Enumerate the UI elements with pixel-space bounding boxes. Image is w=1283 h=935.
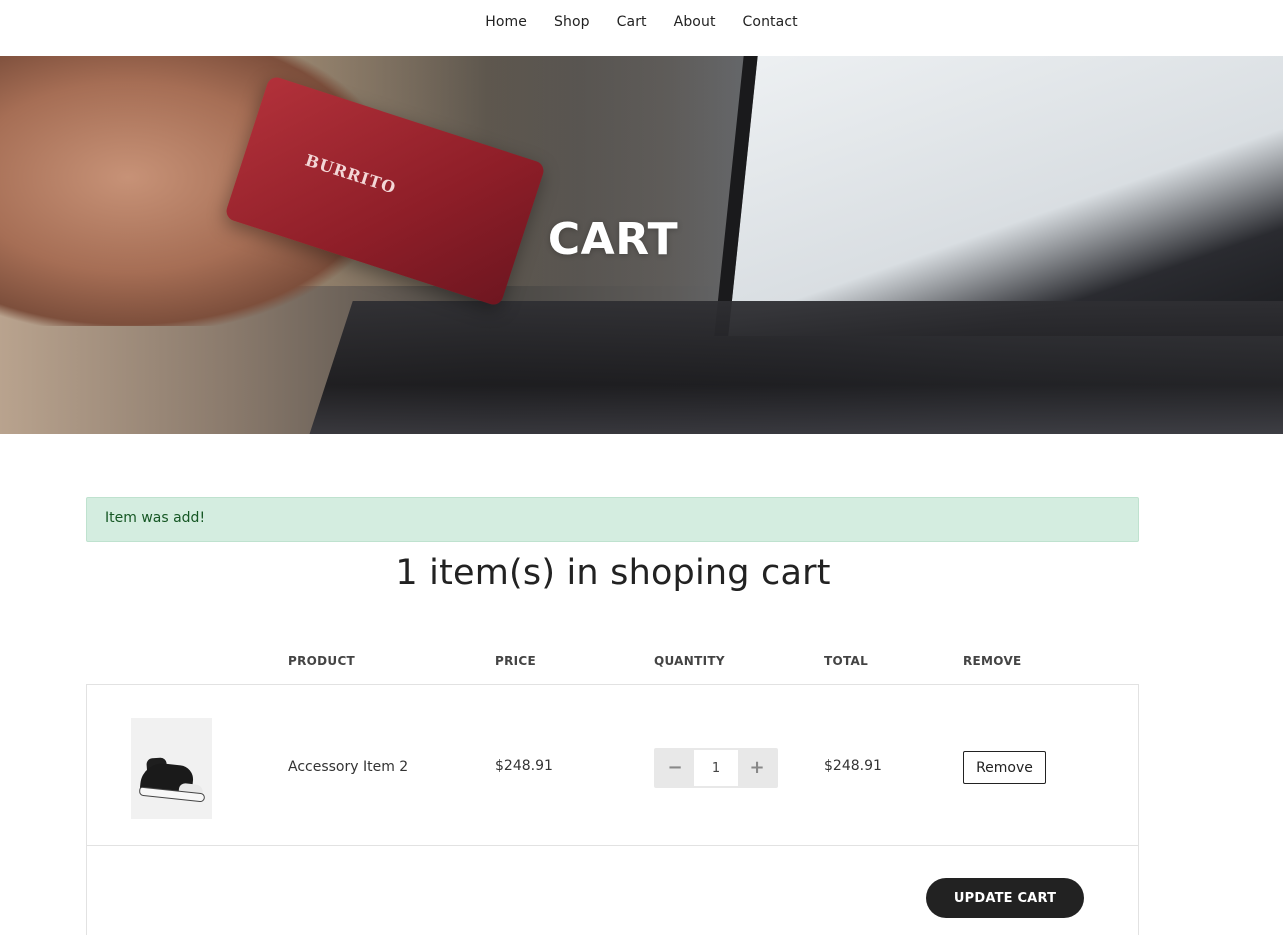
product-thumbnail[interactable] xyxy=(131,718,212,819)
success-alert: Item was add! xyxy=(86,497,1139,542)
hero-laptop-screen xyxy=(714,56,1283,336)
nav-about-link[interactable]: About xyxy=(674,14,716,30)
top-nav: Home Shop Cart About Contact xyxy=(0,0,1283,56)
product-price: $248.91 xyxy=(495,758,553,774)
quantity-increase-button[interactable]: + xyxy=(738,748,776,788)
page-title: CART xyxy=(547,214,679,265)
column-header-remove: REMOVE xyxy=(963,654,1022,668)
quantity-stepper: − + xyxy=(654,748,778,788)
column-header-price: PRICE xyxy=(495,654,537,668)
hero-banner: BURRITO CART xyxy=(0,56,1283,434)
quantity-decrease-button[interactable]: − xyxy=(656,748,694,788)
nav-shop-link[interactable]: Shop xyxy=(554,14,590,30)
column-header-product: PRODUCT xyxy=(288,654,356,668)
quantity-input[interactable] xyxy=(694,750,738,786)
remove-item-button[interactable]: Remove xyxy=(963,751,1046,784)
update-cart-button[interactable]: UPDATE CART xyxy=(926,878,1084,918)
nav-cart-link[interactable]: Cart xyxy=(617,14,647,30)
column-header-quantity: QUANTITY xyxy=(654,654,725,668)
hero-laptop-keyboard xyxy=(307,301,1283,434)
nav-contact-link[interactable]: Contact xyxy=(743,14,798,30)
cart-heading: 1 item(s) in shoping cart xyxy=(395,553,831,593)
nav-list: Home Shop Cart About Contact xyxy=(0,0,1283,30)
product-name[interactable]: Accessory Item 2 xyxy=(288,759,408,775)
column-header-total: TOTAL xyxy=(824,654,869,668)
hero-card-text: BURRITO xyxy=(302,150,399,198)
nav-home-link[interactable]: Home xyxy=(485,14,527,30)
row-divider xyxy=(86,845,1139,846)
product-total: $248.91 xyxy=(824,758,882,774)
